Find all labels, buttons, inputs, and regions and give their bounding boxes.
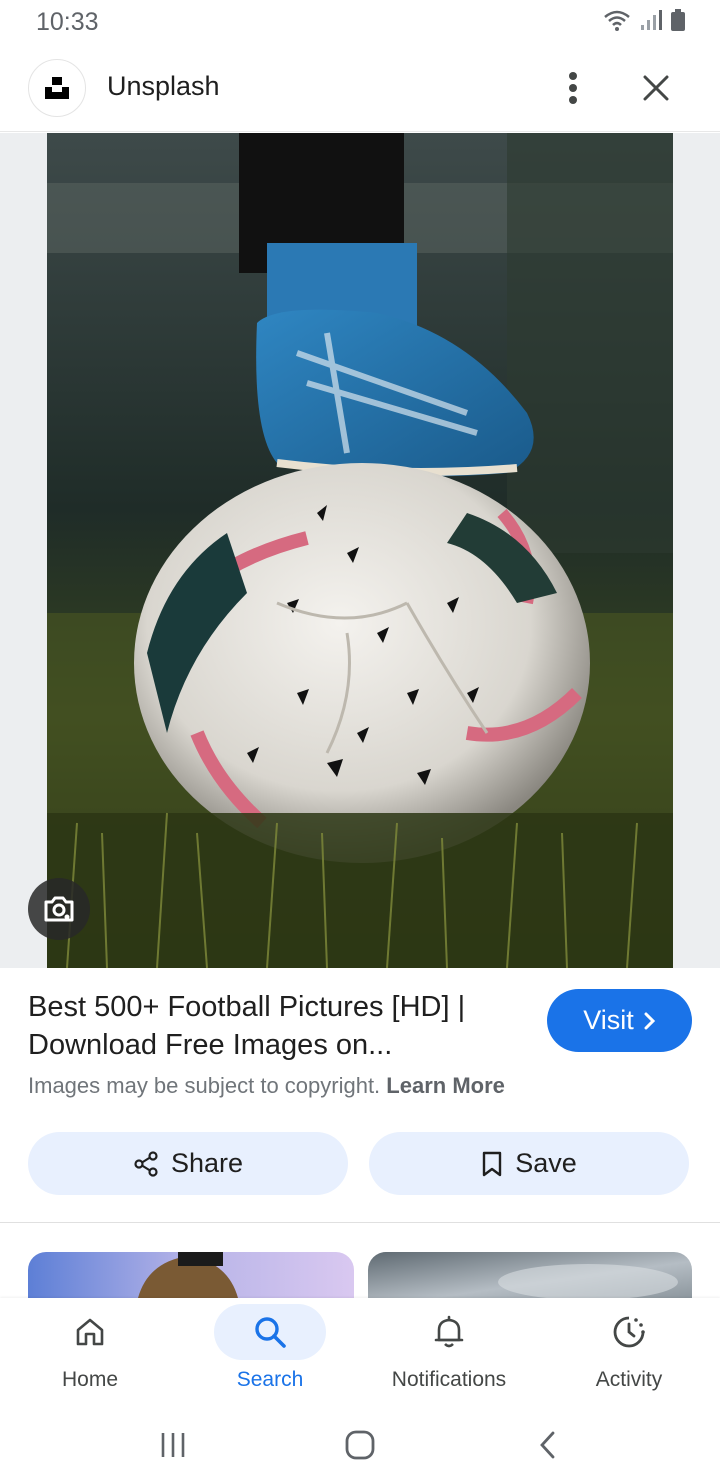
main-image[interactable] xyxy=(47,133,673,968)
share-icon xyxy=(134,1150,158,1177)
bottom-navigation: Home Search Notifications Activity xyxy=(0,1298,720,1406)
back-button[interactable] xyxy=(523,1420,573,1470)
unsplash-logo-icon[interactable] xyxy=(28,59,86,117)
nav-search-label: Search xyxy=(236,1368,304,1391)
nav-notifications-label: Notifications xyxy=(391,1368,507,1391)
share-button[interactable]: Share xyxy=(28,1132,348,1195)
related-image-thumbnail[interactable] xyxy=(368,1252,692,1298)
copyright-notice: Images may be subject to copyright. Lear… xyxy=(28,1073,505,1099)
nav-home-label: Home xyxy=(61,1368,119,1391)
recent-apps-icon xyxy=(161,1433,185,1457)
visit-button[interactable]: Visit xyxy=(547,989,692,1052)
home-system-button[interactable] xyxy=(335,1420,385,1470)
share-label: Share xyxy=(170,1148,244,1178)
signal-icon xyxy=(640,9,662,36)
more-vert-icon xyxy=(569,72,577,104)
related-image-thumbnail[interactable] xyxy=(28,1252,354,1298)
search-icon xyxy=(255,1317,286,1348)
home-circle-icon xyxy=(345,1430,375,1460)
home-icon xyxy=(76,1318,104,1346)
viewer-header: Unsplash xyxy=(0,44,720,132)
site-name[interactable]: Unsplash xyxy=(107,71,220,102)
image-preview-area xyxy=(0,133,720,968)
nav-activity[interactable]: Activity xyxy=(544,1304,714,1404)
nav-home[interactable]: Home xyxy=(5,1304,175,1404)
activity-icon xyxy=(613,1316,645,1348)
recent-apps-button[interactable] xyxy=(148,1420,198,1470)
back-chevron-icon xyxy=(540,1431,555,1459)
save-button[interactable]: Save xyxy=(369,1132,689,1195)
close-icon xyxy=(643,75,669,101)
wifi-icon xyxy=(602,8,632,37)
more-options-button[interactable] xyxy=(551,66,595,110)
result-title[interactable]: Best 500+ Football Pictures [HD] | Downl… xyxy=(28,988,528,1064)
nav-search[interactable]: Search xyxy=(185,1304,355,1404)
bookmark-icon xyxy=(483,1151,502,1176)
camera-lens-icon xyxy=(44,896,74,922)
close-button[interactable] xyxy=(634,66,678,110)
bell-icon xyxy=(434,1315,464,1348)
nav-activity-label: Activity xyxy=(595,1368,663,1391)
visit-label: Visit xyxy=(583,1005,634,1035)
divider xyxy=(0,1222,720,1223)
chevron-right-icon xyxy=(644,1012,655,1029)
status-bar: 10:33 xyxy=(0,0,720,44)
system-navigation-bar xyxy=(0,1406,720,1480)
save-label: Save xyxy=(515,1148,577,1178)
learn-more-link[interactable]: Learn More xyxy=(386,1073,505,1098)
nav-notifications[interactable]: Notifications xyxy=(364,1304,534,1404)
copyright-text: Images may be subject to copyright. xyxy=(28,1073,381,1098)
lens-search-button[interactable] xyxy=(28,878,90,940)
status-time: 10:33 xyxy=(36,8,99,36)
battery-icon xyxy=(670,8,686,37)
